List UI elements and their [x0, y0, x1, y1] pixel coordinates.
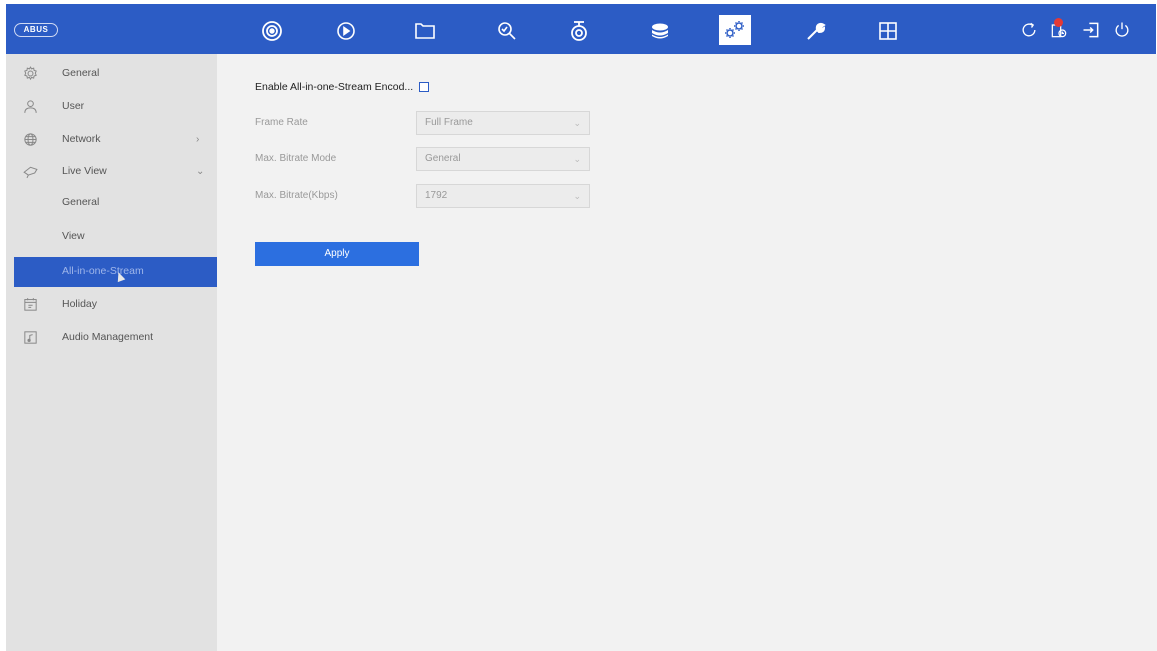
chevron-right-icon: › [196, 133, 200, 145]
alarm-badge [1054, 18, 1063, 27]
frame-rate-label: Frame Rate [255, 117, 308, 128]
wrench-icon[interactable] [802, 17, 830, 45]
max-bitrate-kbps-label: Max. Bitrate(Kbps) [255, 190, 338, 201]
chevron-down-icon: ⌄ [573, 118, 581, 128]
max-bitrate-kbps-select[interactable]: 1792 ⌄ [416, 184, 590, 208]
playback-icon[interactable] [332, 17, 360, 45]
calendar-icon [21, 295, 39, 313]
sidebar-item-label: General [62, 67, 100, 79]
audio-file-icon [21, 328, 39, 346]
chevron-down-icon: ⌄ [196, 165, 205, 177]
power-icon[interactable] [1110, 18, 1134, 42]
max-bitrate-kbps-value: 1792 [425, 190, 448, 201]
max-bitrate-mode-select[interactable]: General ⌄ [416, 147, 590, 171]
alarm-icon[interactable] [1047, 18, 1071, 42]
sidebar-item-live-view[interactable]: Live View ⌄ [6, 156, 217, 186]
enable-all-in-one-stream-label: Enable All-in-one-Stream Encod... [255, 81, 414, 93]
frame-rate-select[interactable]: Full Frame ⌄ [416, 111, 590, 135]
storage-icon[interactable] [646, 17, 674, 45]
grid-layout-icon[interactable] [874, 17, 902, 45]
sidebar-item-holiday[interactable]: Holiday [6, 289, 217, 319]
enable-all-in-one-stream-checkbox[interactable] [419, 82, 430, 92]
search-icon[interactable] [493, 17, 521, 45]
sidebar-item-label: Audio Management [62, 331, 154, 343]
enable-all-in-one-stream-row: Enable All-in-one-Stream Encod... [255, 81, 430, 93]
globe-icon [21, 130, 39, 148]
sidebar-item-label: Holiday [62, 298, 98, 310]
configuration-gears-icon[interactable] [719, 15, 751, 45]
chevron-down-icon: ⌄ [573, 154, 581, 164]
max-bitrate-mode-value: General [425, 153, 461, 164]
max-bitrate-mode-label: Max. Bitrate Mode [255, 153, 337, 164]
chevron-down-icon: ⌄ [573, 191, 581, 201]
apply-button[interactable]: Apply [255, 242, 419, 266]
user-icon [21, 97, 39, 115]
refresh-icon[interactable] [1017, 18, 1041, 42]
sidebar: General User Network › Live View ⌄ Gener… [6, 54, 217, 651]
sidebar-item-user[interactable]: User [6, 91, 217, 121]
sidebar-item-general[interactable]: General [6, 58, 217, 88]
sidebar-subitem-view[interactable]: View [6, 222, 217, 252]
folder-icon[interactable] [411, 17, 439, 45]
live-view-outline-icon [21, 162, 39, 180]
sidebar-item-network[interactable]: Network › [6, 124, 217, 154]
sidebar-item-label: User [62, 100, 85, 112]
camera-icon[interactable] [565, 17, 593, 45]
top-navigation-bar: ABUS [6, 4, 1156, 54]
sidebar-item-label: Network [62, 133, 101, 145]
main-content: Enable All-in-one-Stream Encod... Frame … [217, 54, 1157, 651]
frame-rate-value: Full Frame [425, 117, 473, 128]
logout-icon[interactable] [1079, 18, 1103, 42]
sidebar-item-audio-management[interactable]: Audio Management [6, 322, 217, 352]
live-view-icon[interactable] [258, 17, 286, 45]
sidebar-subitem-general[interactable]: General [6, 188, 217, 218]
gear-outline-icon [21, 64, 39, 82]
sidebar-item-label: Live View [62, 165, 107, 177]
abus-logo: ABUS [14, 23, 58, 37]
